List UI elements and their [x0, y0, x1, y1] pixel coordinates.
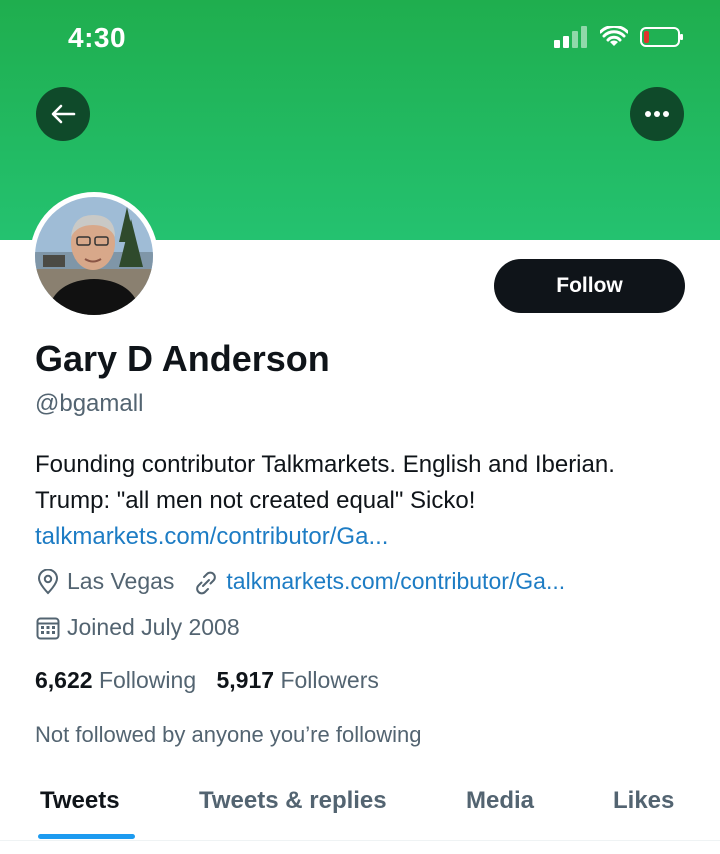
more-dots-icon [645, 111, 669, 117]
status-time: 4:30 [68, 22, 127, 53]
active-tab-indicator [38, 834, 135, 839]
profile-name: Gary D Anderson [35, 338, 330, 379]
tab-likes[interactable]: Likes [613, 787, 674, 815]
calendar-icon [36, 617, 60, 639]
signal-icon [554, 26, 587, 48]
more-options-button[interactable] [630, 87, 684, 141]
profile-joined-row: Joined July 2008 [35, 614, 240, 641]
follow-context-text: Not followed by anyone you’re following [35, 722, 422, 747]
avatar-photo [35, 197, 153, 315]
followers-label: Followers [280, 667, 379, 693]
following-label: Following [98, 667, 197, 693]
follow-button[interactable]: Follow [494, 259, 685, 313]
battery-icon [640, 27, 683, 47]
back-button[interactable] [36, 87, 90, 141]
avatar[interactable] [30, 192, 158, 320]
followers-count: 5,917 [216, 667, 275, 693]
profile-location: Las Vegas [67, 568, 175, 594]
profile-handle: @bgamall [35, 390, 144, 417]
profile-stats: 6,622 Following 5,917 Followers [35, 667, 379, 694]
tabs-divider [0, 840, 720, 841]
wifi-icon [600, 26, 628, 46]
followers-stat[interactable]: 5,917 Followers [217, 667, 379, 693]
following-count: 6,622 [35, 667, 93, 693]
tab-tweets[interactable]: Tweets [40, 787, 120, 815]
link-icon [196, 571, 217, 594]
bio-link[interactable]: talkmarkets.com/contributor/Ga... [35, 523, 388, 550]
profile-meta-row: Las Vegas talkmarkets.com/contributor/Ga… [35, 568, 565, 595]
bio-text: Founding contributor Talkmarkets. Englis… [35, 451, 615, 514]
following-stat[interactable]: 6,622 Following [35, 667, 196, 693]
location-pin-icon [37, 568, 59, 594]
profile-bio: Founding contributor Talkmarkets. Englis… [35, 447, 695, 555]
tab-tweets-and-replies[interactable]: Tweets & replies [199, 787, 387, 815]
profile-tabs: Tweets Tweets & replies Media Likes [0, 775, 720, 837]
arrow-left-icon [51, 104, 76, 124]
profile-website-link[interactable]: talkmarkets.com/contributor/Ga... [226, 568, 565, 595]
tab-media[interactable]: Media [466, 787, 534, 815]
status-icons [554, 26, 684, 48]
profile-joined-date: Joined July 2008 [67, 614, 240, 640]
